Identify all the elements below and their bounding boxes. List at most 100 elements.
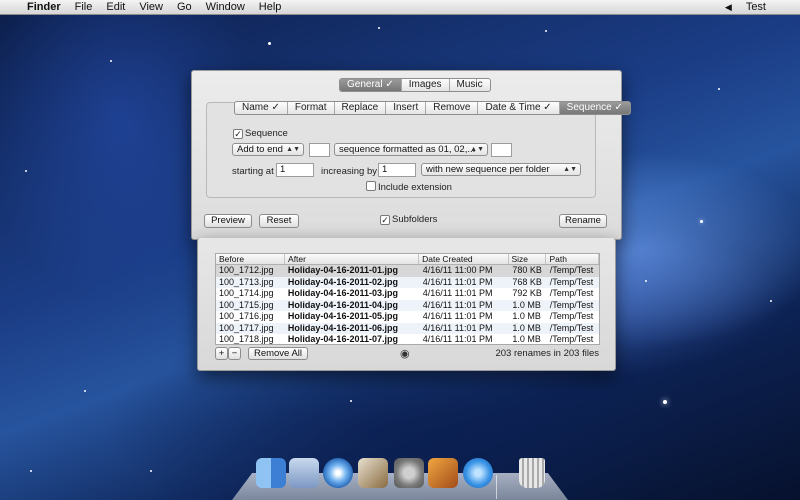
preview-button[interactable]: Preview [204,214,252,228]
rename-table[interactable]: Before After Date Created Size Path 100_… [215,253,600,345]
cell-after: Holiday-04-16-2011-04.jpg [287,299,398,310]
table-body: 100_1712.jpg Holiday-04-16-2011-01.jpg 4/1… [216,265,599,344]
position-popup[interactable]: Add to end ▲▼ [232,143,304,156]
rename-list-panel: Before After Date Created Size Path 100_… [197,238,616,371]
add-files-button[interactable]: + [215,347,228,360]
tab-general[interactable]: General ✓ [340,79,402,91]
popup-arrow-icon: ▲▼ [470,146,484,153]
cell-after: Holiday-04-16-2011-07.jpg [287,334,398,344]
dock-separator [496,475,497,499]
trash-icon[interactable] [519,458,545,488]
remove-file-button[interactable]: − [228,347,241,360]
cell-date-created: 4/16/11 11:01 PM [422,299,493,310]
starting-at-label: starting at [232,166,274,177]
cell-before: 100_1716.jpg [219,311,274,321]
cell-size: 1.0 MB [512,311,541,321]
sequence-checkbox[interactable]: ✓ [233,129,243,139]
column-header-after[interactable]: After [285,254,420,264]
user-menu[interactable]: Test [739,0,800,14]
cell-date-created: 4/16/11 11:01 PM [422,322,493,333]
position-popup-value: Add to end [237,144,283,155]
table-row[interactable]: 100_1717.jpg Holiday-04-16-2011-06.jpg 4/1… [216,322,599,334]
cell-after: Holiday-04-16-2011-06.jpg [287,322,398,333]
column-header-date-created[interactable]: Date Created [419,254,509,264]
cell-size: 1.0 MB [512,299,541,310]
menu-view[interactable]: View [132,0,170,14]
menu-window[interactable]: Window [199,0,252,14]
cell-size: 768 KB [512,276,542,287]
safari-icon[interactable] [323,458,353,488]
table-row[interactable]: 100_1715.jpg Holiday-04-16-2011-04.jpg 4/1… [216,299,599,311]
starting-at-field[interactable]: 1 [276,163,314,177]
tab-music[interactable]: Music [450,79,490,91]
volume-icon[interactable]: ◀ [718,0,739,14]
subfolders-label: Subfolders [392,214,438,225]
tab-insert[interactable]: Insert [386,102,427,114]
format-popup[interactable]: sequence formatted as 01, 02,... ▲▼ [334,143,488,156]
menu-go[interactable]: Go [170,0,199,14]
dock [232,455,568,500]
cell-after: Holiday-04-16-2011-03.jpg [287,288,398,298]
cell-path: /Temp/Test [549,265,594,275]
photo-booth-icon[interactable] [358,458,388,488]
cell-date-created: 4/16/11 11:01 PM [422,311,493,321]
remove-all-button[interactable]: Remove All [248,347,308,360]
tab-date-time[interactable]: Date & Time ✓ [478,102,560,114]
reset-button[interactable]: Reset [259,214,299,228]
system-preferences-icon[interactable] [394,458,424,488]
preview-eye-icon[interactable]: ◉ [400,347,410,360]
itunes-icon[interactable] [463,458,493,488]
folder-sequence-popup-value: with new sequence per folder [426,164,550,175]
suffix-field[interactable] [491,143,512,157]
table-row[interactable]: 100_1712.jpg Holiday-04-16-2011-01.jpg 4/1… [216,265,599,277]
table-row[interactable]: 100_1718.jpg Holiday-04-16-2011-07.jpg 4/1… [216,334,599,344]
menu-help[interactable]: Help [252,0,289,14]
table-row[interactable]: 100_1716.jpg Holiday-04-16-2011-05.jpg 4/1… [216,311,599,323]
folder-sequence-popup[interactable]: with new sequence per folder ▲▼ [421,163,581,176]
table-row[interactable]: 100_1713.jpg Holiday-04-16-2011-02.jpg 4/1… [216,276,599,288]
include-extension-label: Include extension [378,182,452,193]
mail-icon[interactable] [289,458,319,488]
cell-before: 100_1715.jpg [219,299,274,310]
cell-date-created: 4/16/11 11:01 PM [422,288,493,298]
cell-before: 100_1714.jpg [219,288,274,298]
cell-date-created: 4/16/11 11:01 PM [422,276,493,287]
tab-sequence[interactable]: Sequence ✓ [559,102,630,114]
menu-app-finder[interactable]: Finder [20,0,68,14]
cell-after: Holiday-04-16-2011-01.jpg [287,265,398,275]
include-extension-row[interactable]: Include extension [366,181,452,193]
rename-button[interactable]: Rename [559,214,607,228]
column-header-size[interactable]: Size [509,254,547,264]
column-header-before[interactable]: Before [216,254,286,264]
popup-arrow-icon: ▲▼ [286,146,300,153]
cell-path: /Temp/Test [549,276,594,287]
cell-size: 1.0 MB [512,334,541,344]
table-row[interactable]: 100_1714.jpg Holiday-04-16-2011-03.jpg 4/1… [216,288,599,300]
cell-date-created: 4/16/11 11:01 PM [422,334,493,344]
menu-file[interactable]: File [68,0,100,14]
cell-path: /Temp/Test [549,322,594,333]
menu-edit[interactable]: Edit [99,0,132,14]
subfolders-row[interactable]: ✓ Subfolders [380,214,437,225]
iphoto-icon[interactable] [428,458,458,488]
cell-before: 100_1712.jpg [219,265,274,275]
sequence-checkbox-row[interactable]: ✓ Sequence [233,128,288,139]
subfolders-checkbox[interactable]: ✓ [380,215,390,225]
tab-format[interactable]: Format [288,102,335,114]
prefix-field[interactable] [309,143,330,157]
tab-remove[interactable]: Remove [426,102,479,114]
cell-before: 100_1718.jpg [219,334,274,344]
sub-tab-bar: Name ✓ Format Replace Insert Remove Date… [234,101,631,115]
tab-images[interactable]: Images [402,79,450,91]
cell-date-created: 4/16/11 11:00 PM [422,265,493,275]
include-extension-checkbox[interactable] [366,181,376,191]
column-header-path[interactable]: Path [546,254,599,264]
cell-after: Holiday-04-16-2011-02.jpg [287,276,398,287]
cell-size: 780 KB [512,265,542,275]
finder-icon[interactable] [256,458,286,488]
rename-summary: 203 renames in 203 files [495,348,599,359]
tab-replace[interactable]: Replace [335,102,387,114]
increasing-by-field[interactable]: 1 [378,163,416,177]
format-popup-value: sequence formatted as 01, 02,... [339,144,476,155]
tab-name[interactable]: Name ✓ [235,102,288,114]
